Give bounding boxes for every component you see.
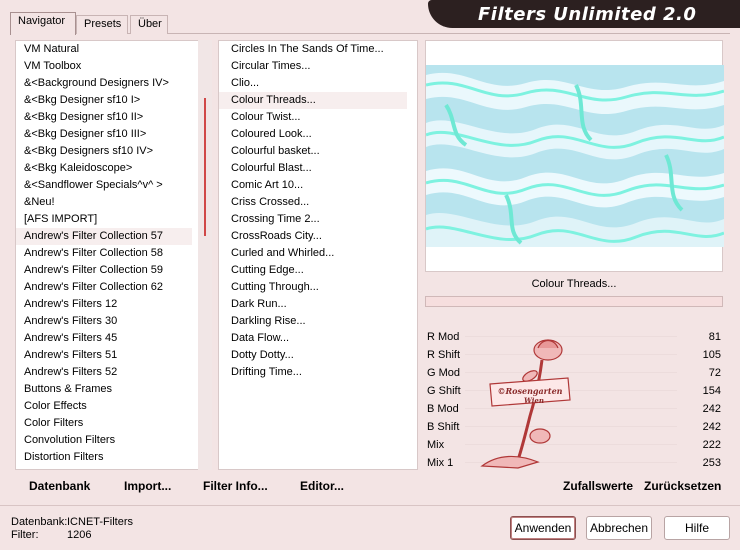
category-item[interactable]: &<Sandflower Specials^v^ > xyxy=(16,177,192,194)
cancel-button[interactable]: Abbrechen xyxy=(586,516,652,540)
category-item[interactable]: Andrew's Filter Collection 62 xyxy=(16,279,192,296)
filter-item[interactable]: Cutting Through... xyxy=(219,279,407,296)
filter-item[interactable]: CrossRoads City... xyxy=(219,228,407,245)
category-item[interactable]: &<Bkg Designers sf10 IV> xyxy=(16,143,192,160)
category-item[interactable]: Andrew's Filter Collection 57 xyxy=(16,228,192,245)
svg-text:Wien: Wien xyxy=(524,396,544,405)
category-item[interactable]: Andrew's Filters 30 xyxy=(16,313,192,330)
param-value: 222 xyxy=(702,439,721,451)
progress-bar xyxy=(425,296,723,307)
filter-item[interactable]: Circles In The Sands Of Time... xyxy=(219,41,407,58)
filter-item[interactable]: Comic Art 10... xyxy=(219,177,407,194)
filter-item[interactable]: Criss Crossed... xyxy=(219,194,407,211)
reset-button[interactable]: Zurücksetzen xyxy=(644,474,721,498)
filter-item[interactable]: Coloured Look... xyxy=(219,126,407,143)
status-database-value: ICNET-Filters xyxy=(67,516,133,528)
filter-item[interactable]: Drifting Time... xyxy=(219,364,407,381)
param-value: 242 xyxy=(702,403,721,415)
category-item[interactable]: &<Bkg Designer sf10 III> xyxy=(16,126,192,143)
preview-image xyxy=(426,65,724,247)
tab-navigator[interactable]: Navigator xyxy=(10,12,76,35)
category-item[interactable]: Andrew's Filters 52 xyxy=(16,364,192,381)
filter-item[interactable]: Dotty Dotty... xyxy=(219,347,407,364)
category-item[interactable]: Buttons & Frames xyxy=(16,381,192,398)
param-value: 105 xyxy=(702,349,721,361)
category-item[interactable]: Andrew's Filters 45 xyxy=(16,330,192,347)
category-item[interactable]: &<Bkg Kaleidoscope> xyxy=(16,160,192,177)
filter-item[interactable]: Colourful basket... xyxy=(219,143,407,160)
status-database-label: Datenbank: xyxy=(11,516,68,528)
filter-item[interactable]: Curled and Whirled... xyxy=(219,245,407,262)
filter-list[interactable]: Circles In The Sands Of Time... Circular … xyxy=(218,40,418,470)
selected-filter-name: Colour Threads... xyxy=(531,278,617,290)
param-value: 154 xyxy=(702,385,721,397)
param-value: 242 xyxy=(702,421,721,433)
category-item[interactable]: Andrew's Filter Collection 58 xyxy=(16,245,192,262)
param-value: 253 xyxy=(702,457,721,469)
filter-item[interactable]: Colour Twist... xyxy=(219,109,407,126)
category-item[interactable]: Andrew's Filters 51 xyxy=(16,347,192,364)
apply-button[interactable]: Anwenden xyxy=(510,516,576,540)
app-title: Filters Unlimited 2.0 xyxy=(478,4,697,25)
category-item[interactable]: &<Background Designers IV> xyxy=(16,75,192,92)
status-filter-count: Filter: 1206 xyxy=(11,528,211,542)
filter-item[interactable]: Circular Times... xyxy=(219,58,407,75)
category-item[interactable]: &<Bkg Designer sf10 I> xyxy=(16,92,192,109)
filter-item[interactable]: Dark Run... xyxy=(219,296,407,313)
import-button[interactable]: Import... xyxy=(124,474,171,498)
bottom-toolbar: Datenbank Import... Filter Info... Edito… xyxy=(15,474,419,498)
status-filter-label: Filter: xyxy=(11,529,39,541)
category-item[interactable]: Distortion Filters xyxy=(16,449,192,466)
category-item[interactable]: VM Toolbox xyxy=(16,58,192,75)
filter-item[interactable]: Data Flow... xyxy=(219,330,407,347)
filter-info-button[interactable]: Filter Info... xyxy=(203,474,268,498)
status-filter-value: 1206 xyxy=(67,529,92,541)
watermark-text: ©Rosengarten xyxy=(498,386,563,396)
category-item[interactable]: VM Natural xyxy=(16,41,192,58)
editor-button[interactable]: Editor... xyxy=(300,474,344,498)
category-item[interactable]: &<Bkg Designer sf10 II> xyxy=(16,109,192,126)
filter-item[interactable]: Cutting Edge... xyxy=(219,262,407,279)
category-list[interactable]: VM Natural VM Toolbox &<Background Designe… xyxy=(15,40,211,470)
random-values-button[interactable]: Zufallswerte xyxy=(563,474,633,498)
filter-item[interactable]: Colour Threads... xyxy=(219,92,407,109)
category-item[interactable]: Edges xyxy=(16,466,192,469)
help-button[interactable]: Hilfe xyxy=(664,516,730,540)
separator xyxy=(0,505,740,506)
category-item[interactable]: &Neu! xyxy=(16,194,192,211)
param-value: 81 xyxy=(708,331,721,343)
filter-item[interactable]: Darkling Rise... xyxy=(219,313,407,330)
database-button[interactable]: Datenbank xyxy=(29,474,90,498)
category-item[interactable]: Color Filters xyxy=(16,415,192,432)
category-item[interactable]: Convolution Filters xyxy=(16,432,192,449)
category-item[interactable]: Andrew's Filter Collection 59 xyxy=(16,262,192,279)
filter-item[interactable]: Crossing Time 2... xyxy=(219,211,407,228)
category-item[interactable]: [AFS IMPORT] xyxy=(16,211,192,228)
filter-item[interactable]: Clio... xyxy=(219,75,407,92)
category-item[interactable]: Andrew's Filters 12 xyxy=(16,296,192,313)
category-scrollbar[interactable] xyxy=(198,40,212,470)
tab-uber[interactable]: Über xyxy=(130,15,168,34)
filter-item[interactable]: Colourful Blast... xyxy=(219,160,407,177)
status-database: Datenbank:ICNET-Filters xyxy=(11,515,211,529)
category-item[interactable]: Color Effects xyxy=(16,398,192,415)
param-value: 72 xyxy=(708,367,721,379)
category-scroll-thumb[interactable] xyxy=(204,98,206,236)
tab-presets[interactable]: Presets xyxy=(76,15,128,34)
watermark-rose-logo: ©Rosengarten Wien xyxy=(480,339,571,469)
